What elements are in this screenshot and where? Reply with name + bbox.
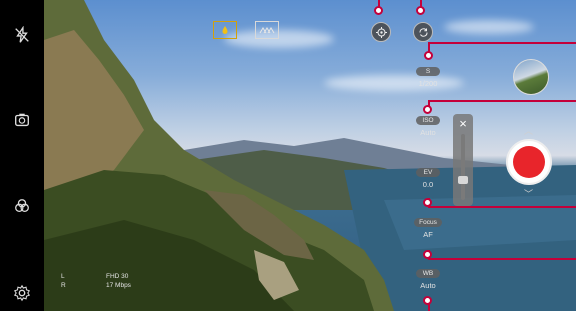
callout-line xyxy=(428,42,576,44)
wb-label: WB xyxy=(416,269,440,278)
chevron-up-icon[interactable]: ︿ xyxy=(524,124,533,137)
cinema-effect-icon[interactable] xyxy=(213,21,237,39)
filter-icon[interactable] xyxy=(12,196,32,216)
ev-value: 0.0 xyxy=(422,180,434,189)
focus-label: Focus xyxy=(414,218,442,227)
callout-marker xyxy=(424,51,433,60)
callout-marker xyxy=(423,250,432,259)
iso-control[interactable]: ISO Auto xyxy=(410,115,446,137)
iso-label: ISO xyxy=(416,116,440,125)
shutter-label: S xyxy=(416,67,440,76)
camera-screen: S 1/200 ISO Auto EV 0.0 Focus AF WB Auto… xyxy=(0,0,576,311)
callout-line xyxy=(428,258,576,260)
chevron-down-icon[interactable]: ﹀ xyxy=(524,187,533,200)
bitrate-label: 17 Mbps xyxy=(106,282,131,289)
slider-track[interactable] xyxy=(461,134,465,200)
ev-control[interactable]: EV 0.0 xyxy=(410,167,446,189)
mic-left-label: L xyxy=(61,273,65,280)
focus-value: AF xyxy=(423,230,433,239)
shutter-value: 1/200 xyxy=(418,79,438,88)
audio-channels: L R xyxy=(61,272,66,290)
mic-right-label: R xyxy=(61,282,66,289)
recording-info: FHD 30 17 Mbps xyxy=(106,272,131,290)
settings-icon[interactable] xyxy=(12,283,32,303)
wb-value: Auto xyxy=(420,281,436,290)
close-slider-button[interactable]: × xyxy=(453,116,473,132)
graphy-icon[interactable] xyxy=(255,21,279,39)
record-dot-icon[interactable] xyxy=(513,146,545,178)
callout-marker xyxy=(423,105,432,114)
white-balance-control[interactable]: WB Auto xyxy=(410,268,446,290)
switch-camera-icon[interactable] xyxy=(12,110,32,130)
callout-line xyxy=(428,100,576,102)
callout-marker xyxy=(374,6,383,15)
shutter-speed-control[interactable]: S 1/200 xyxy=(410,66,446,88)
slider-thumb[interactable] xyxy=(458,176,468,184)
landscape-scene xyxy=(44,0,576,311)
focus-control[interactable]: Focus AF xyxy=(410,217,446,239)
ev-label: EV xyxy=(416,168,440,177)
gallery-thumbnail[interactable] xyxy=(513,59,549,95)
callout-marker xyxy=(416,6,425,15)
left-control-bar xyxy=(0,0,44,311)
flash-off-icon[interactable] xyxy=(12,25,32,45)
resolution-label: FHD 30 xyxy=(106,273,129,280)
callout-marker xyxy=(423,296,432,305)
iso-value: Auto xyxy=(420,128,436,137)
rotate-camera-icon[interactable] xyxy=(413,22,433,42)
callout-marker xyxy=(423,198,432,207)
viewfinder[interactable] xyxy=(44,0,576,311)
focus-peaking-icon[interactable] xyxy=(371,22,391,42)
callout-line xyxy=(428,206,576,208)
